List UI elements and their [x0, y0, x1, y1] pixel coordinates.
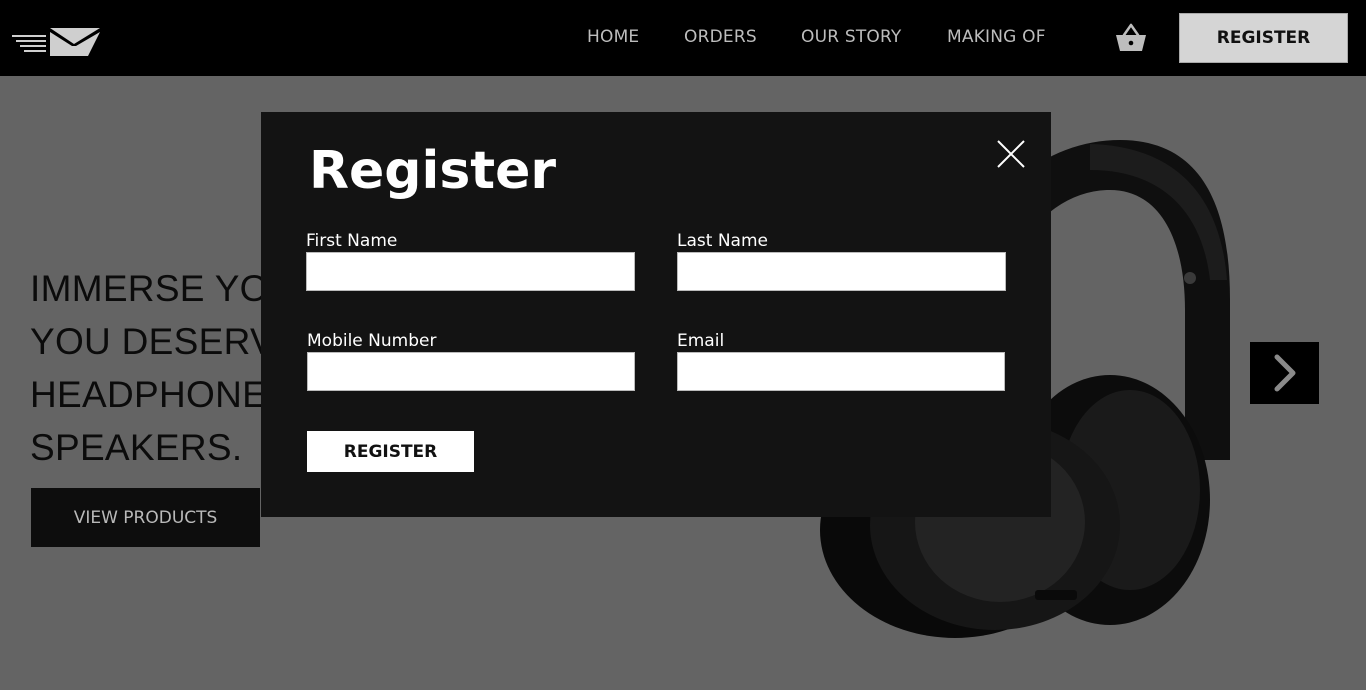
- top-navbar: HOME ORDERS OUR STORY MAKING OF REGISTER: [0, 0, 1366, 76]
- nav-making-of-link[interactable]: MAKING OF: [947, 27, 1046, 47]
- basket-icon[interactable]: [1114, 22, 1148, 54]
- view-products-button[interactable]: VIEW PRODUCTS: [31, 488, 260, 547]
- logo-mail-speed-icon[interactable]: [10, 24, 102, 58]
- email-input[interactable]: [677, 352, 1005, 391]
- register-submit-button[interactable]: REGISTER: [307, 431, 474, 472]
- last-name-label: Last Name: [677, 231, 768, 251]
- modal-title: Register: [309, 141, 557, 201]
- mobile-number-input[interactable]: [307, 352, 635, 391]
- register-modal: Register First Name Last Name Mobile Num…: [261, 112, 1051, 517]
- first-name-input[interactable]: [306, 252, 635, 291]
- close-icon[interactable]: [995, 138, 1027, 170]
- chevron-right-icon: [1274, 354, 1295, 392]
- last-name-input[interactable]: [677, 252, 1006, 291]
- first-name-label: First Name: [306, 231, 398, 251]
- nav-orders-link[interactable]: ORDERS: [684, 27, 757, 47]
- carousel-next-button[interactable]: [1250, 342, 1319, 404]
- nav-register-button[interactable]: REGISTER: [1179, 13, 1348, 63]
- nav-home-link[interactable]: HOME: [587, 27, 639, 47]
- nav-our-story-link[interactable]: OUR STORY: [801, 27, 902, 47]
- mobile-number-label: Mobile Number: [307, 331, 437, 351]
- email-label: Email: [677, 331, 725, 351]
